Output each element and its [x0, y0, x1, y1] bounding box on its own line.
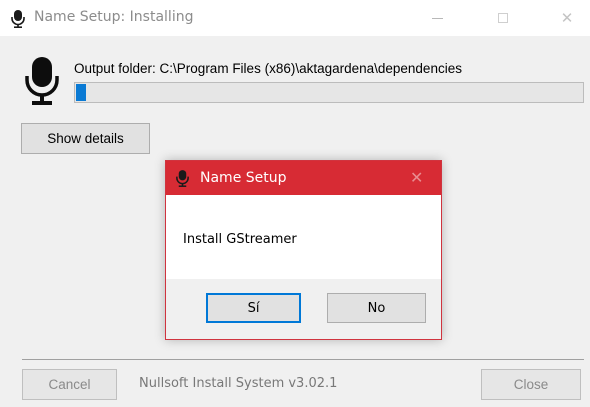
- dialog-title-bar: Name Setup ✕: [166, 161, 441, 195]
- yes-button[interactable]: Sí: [206, 293, 301, 323]
- dialog-message: Install GStreamer: [183, 232, 297, 247]
- cancel-button[interactable]: Cancel: [22, 369, 117, 400]
- show-details-button[interactable]: Show details: [21, 123, 150, 154]
- dialog-title: Name Setup: [200, 170, 287, 186]
- no-button-label: No: [367, 300, 386, 316]
- install-prompt-dialog: Name Setup ✕ Install GStreamer Sí No: [165, 160, 442, 340]
- window-title-bar: Name Setup: Installing ✕: [0, 0, 590, 36]
- close-button[interactable]: Close: [481, 369, 581, 400]
- footer-divider: [22, 359, 584, 360]
- progress-fill: [76, 84, 86, 101]
- minimize-icon[interactable]: [414, 0, 460, 36]
- dialog-close-icon[interactable]: ✕: [410, 168, 423, 187]
- no-button[interactable]: No: [327, 293, 426, 323]
- yes-button-label: Sí: [247, 300, 260, 316]
- output-folder-text: Output folder: C:\Program Files (x86)\ak…: [74, 61, 462, 76]
- maximize-icon[interactable]: [480, 0, 526, 36]
- microphone-icon: [176, 170, 189, 187]
- microphone-icon: [25, 57, 59, 105]
- installer-brand-text: Nullsoft Install System v3.02.1: [139, 376, 338, 391]
- microphone-icon: [11, 10, 25, 28]
- window-title: Name Setup: Installing: [34, 9, 194, 25]
- close-icon[interactable]: ✕: [544, 0, 590, 36]
- progress-bar: [74, 82, 584, 103]
